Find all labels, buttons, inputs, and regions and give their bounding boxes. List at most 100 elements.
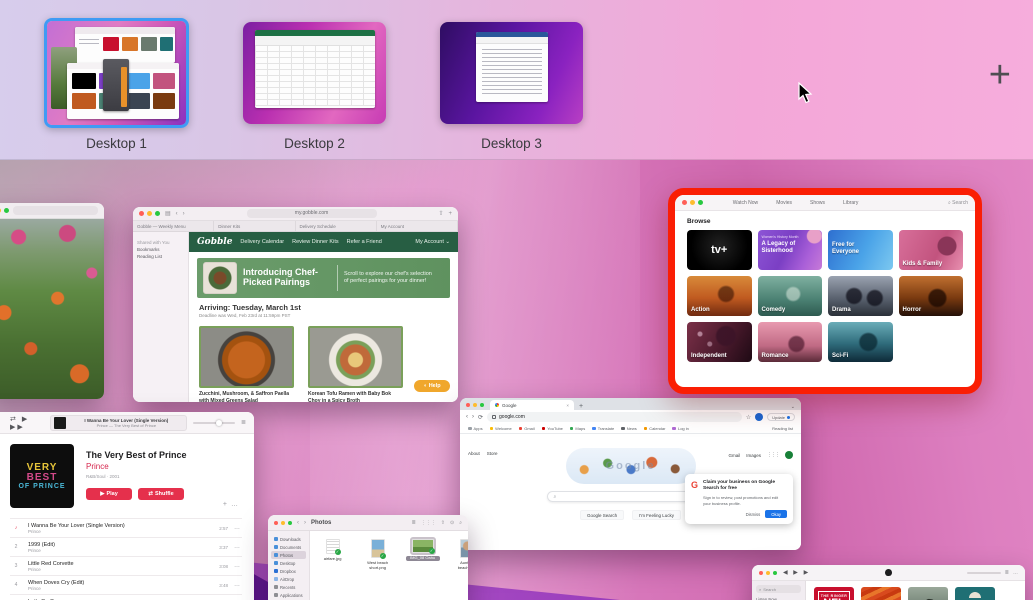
close-tab-icon[interactable]: ×: [566, 403, 569, 408]
desktop-thumbnail-3[interactable]: [440, 22, 583, 124]
file-item[interactable]: ✓ airfare.jpg: [316, 539, 350, 562]
bookmark-youtube[interactable]: YouTube: [542, 426, 563, 431]
tag-icon[interactable]: ⊙: [450, 520, 454, 526]
sidebar-item-reading-list[interactable]: Reading List: [137, 254, 184, 259]
flowers-address-capsule[interactable]: [13, 206, 98, 215]
bookmark-star-icon[interactable]: ☆: [746, 414, 751, 421]
album-artist-link[interactable]: Prince: [86, 462, 242, 471]
finder-window[interactable]: ‹ › Photos ≣ ⋮⋮⋮ ⇧ ⊙ ⌕ Downloads Documen…: [268, 515, 468, 600]
podcasts-search-field[interactable]: ⌕Search: [756, 585, 801, 593]
traffic-lights[interactable]: [0, 208, 9, 213]
google-account-avatar[interactable]: [785, 451, 793, 459]
more-icon[interactable]: …: [234, 525, 242, 531]
traffic-lights[interactable]: [682, 200, 703, 205]
sidebar-item-downloads[interactable]: Downloads: [271, 535, 306, 543]
nav-refer-a-friend[interactable]: Refer a Friend: [347, 239, 382, 245]
back-icon[interactable]: ‹: [466, 414, 468, 420]
list-icon[interactable]: ≣: [241, 419, 246, 426]
track-row[interactable]: 4 When Doves Cry (Edit)Prince 3:48 …: [10, 575, 242, 594]
track-row[interactable]: 5 Let's Go CrazyPrince & The Revolution …: [10, 594, 242, 600]
prev-icon[interactable]: ◀: [783, 570, 790, 576]
new-tab-button[interactable]: +: [579, 403, 583, 410]
tile-sci-fi[interactable]: Sci-Fi: [828, 322, 893, 362]
play-button[interactable]: ▶Play: [86, 488, 132, 500]
tab-search-caret[interactable]: ⌄: [791, 404, 795, 410]
sidebar-item-documents[interactable]: Documents: [271, 543, 306, 551]
track-row[interactable]: 3 Little Red CorvettePrince 3:08 …: [10, 556, 242, 575]
music-window[interactable]: ⇄ ▶ ▶▶ I Wanna Be Your Lover (Single Ver…: [0, 412, 254, 600]
sidebar-item-recents[interactable]: Recents: [271, 583, 306, 591]
file-item[interactable]: ✓ Aunt Ida beach.JPG: [451, 539, 468, 571]
add-icon[interactable]: +: [223, 501, 231, 508]
volume-slider[interactable]: [193, 422, 235, 424]
next-icon[interactable]: ▶: [804, 570, 811, 576]
sidebar-item-applications[interactable]: Applications: [271, 591, 306, 599]
podcast-cover-ringer-nfl[interactable]: THE RINGER NFL: [814, 587, 854, 600]
podcast-cover-gray[interactable]: [908, 587, 948, 600]
safari-tab-4[interactable]: My Account: [377, 221, 458, 231]
feeling-lucky-button[interactable]: I'm Feeling Lucky: [632, 510, 681, 520]
desktop-thumbnail-1[interactable]: [44, 18, 189, 128]
podcast-cover-prof-g[interactable]: THE PROF G POD: [955, 587, 995, 600]
desktop-thumbnail-2[interactable]: [243, 22, 386, 124]
tile-kids-family[interactable]: Kids & Family: [899, 230, 964, 270]
bookmark-apps[interactable]: Apps: [468, 426, 483, 431]
podcast-cover-orange[interactable]: [861, 587, 901, 600]
tile-independent[interactable]: Independent: [687, 322, 752, 362]
nav-delivery-calendar[interactable]: Delivery Calendar: [240, 239, 284, 245]
sidebar-item-photos[interactable]: Photos: [271, 551, 306, 559]
playback-controls[interactable]: ⇄ ▶ ▶▶: [10, 415, 44, 431]
more-icon[interactable]: …: [231, 501, 242, 508]
safari-tab-3[interactable]: Delivery Schedule: [296, 221, 377, 231]
help-button[interactable]: ◖Help: [414, 380, 450, 392]
tv-tab-movies[interactable]: Movies: [776, 200, 792, 206]
about-link[interactable]: About: [468, 451, 480, 456]
bookmark-translate[interactable]: Translate: [592, 426, 614, 431]
tv-tab-library[interactable]: Library: [843, 200, 858, 206]
back-icon[interactable]: ‹: [297, 520, 299, 526]
track-row[interactable]: 2 1999 (Edit)Prince 3:37 …: [10, 537, 242, 556]
bookmark-login[interactable]: Log in: [672, 426, 688, 431]
meal-card-ramen[interactable]: Korean Tofu Ramen with Baby Bok Choy in …: [308, 326, 403, 402]
dismiss-button[interactable]: Dismiss: [746, 512, 761, 517]
tile-legacy-of-sisterhood[interactable]: Women's History Month A Legacy of Sister…: [758, 230, 823, 270]
reload-icon[interactable]: ⟳: [478, 414, 483, 421]
bookmark-news[interactable]: News: [621, 426, 637, 431]
shuffle-icon[interactable]: ⇄: [10, 416, 18, 423]
chrome-window[interactable]: Google × + ⌄ ‹ › ⟳ google.com ☆ Update A…: [460, 398, 801, 550]
forward-icon[interactable]: ›: [472, 414, 474, 420]
list-icon[interactable]: ≣: [1005, 570, 1009, 576]
tile-romance[interactable]: Romance: [758, 322, 823, 362]
tile-horror[interactable]: Horror: [899, 276, 964, 316]
nav-review-dinner-kits[interactable]: Review Dinner Kits: [292, 239, 338, 245]
meal-card-paella[interactable]: Zucchini, Mushroom, & Saffron Paella wit…: [199, 326, 294, 402]
gobble-logo[interactable]: Gobble: [197, 237, 232, 247]
images-link[interactable]: Images: [746, 453, 761, 458]
sidebar-icon[interactable]: ▤: [165, 210, 171, 217]
more-icon[interactable]: …: [234, 563, 242, 569]
google-search-button[interactable]: Google Search: [580, 510, 624, 520]
okay-button[interactable]: Okay: [765, 510, 787, 518]
album-actions[interactable]: +…: [223, 501, 242, 508]
share-icon[interactable]: ⇧: [441, 520, 445, 526]
reading-list-button[interactable]: Reading list: [772, 426, 793, 431]
flowers-window[interactable]: [0, 203, 104, 399]
bookmark-maps[interactable]: Maps: [570, 426, 585, 431]
tv-tab-watch-now[interactable]: Watch Now: [733, 200, 758, 206]
sidebar-item-airdrop[interactable]: AirDrop: [271, 575, 306, 583]
volume-slider[interactable]: [967, 572, 1001, 574]
play-icon[interactable]: ▶: [22, 416, 29, 423]
google-apps-icon[interactable]: ⋮⋮⋮: [767, 452, 779, 458]
tv-window-highlighted[interactable]: Watch Now Movies Shows Library ⌕ Search …: [668, 188, 982, 394]
tv-tab-shows[interactable]: Shows: [810, 200, 825, 206]
profile-avatar[interactable]: [755, 413, 763, 421]
traffic-lights[interactable]: [466, 403, 484, 410]
tile-drama[interactable]: Drama: [828, 276, 893, 316]
playback-controls[interactable]: ◀ ▶ ▶: [783, 569, 810, 576]
update-pill[interactable]: Update: [767, 413, 795, 421]
next-icon[interactable]: ▶▶: [10, 424, 25, 431]
forward-icon[interactable]: ›: [183, 211, 185, 217]
play-icon[interactable]: ▶: [793, 570, 800, 576]
back-icon[interactable]: ‹: [176, 211, 178, 217]
traffic-lights[interactable]: [759, 571, 777, 575]
